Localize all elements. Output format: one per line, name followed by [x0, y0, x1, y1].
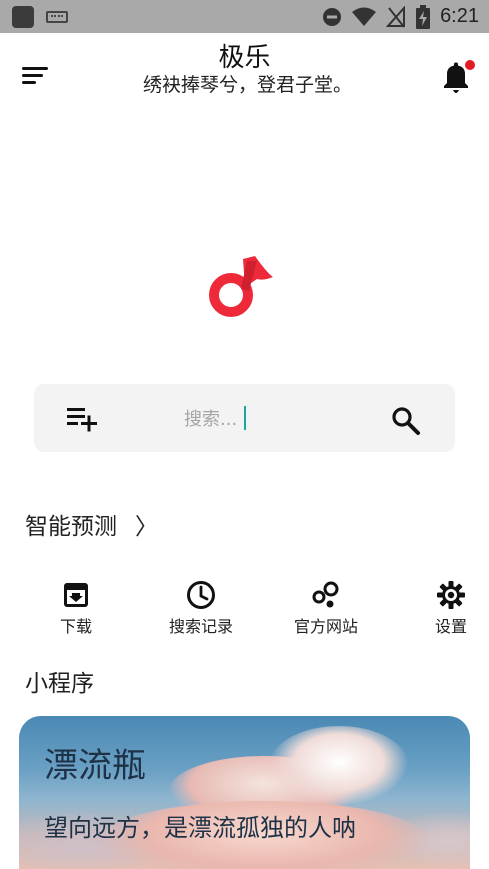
page-title: 极乐	[218, 43, 271, 73]
chevron-right-icon: 〉	[135, 514, 158, 540]
bell-icon	[444, 60, 475, 93]
music-note-logo	[209, 256, 273, 317]
app-icon	[12, 6, 34, 28]
card-background-cloud	[269, 726, 409, 806]
smart-prediction-label: 智能预测	[25, 514, 117, 540]
official-website-label: 官方网站	[293, 617, 358, 636]
download-button[interactable]: 下载	[31, 580, 121, 637]
search-input[interactable]	[184, 402, 314, 436]
settings-label: 设置	[434, 617, 467, 636]
keyboard-icon	[46, 11, 68, 23]
status-bar: 6:21	[0, 0, 489, 33]
do-not-disturb-icon	[323, 7, 342, 26]
quick-actions: 下载 搜索记录 官方网站 设置	[0, 580, 489, 640]
download-box-icon	[64, 583, 88, 607]
smart-prediction-link[interactable]: 智能预测〉	[25, 507, 158, 541]
clock: 6:21	[440, 5, 479, 27]
notification-button[interactable]	[437, 59, 475, 97]
mini-programs-title: 小程序	[25, 671, 94, 697]
search-history-button[interactable]: 搜索记录	[156, 580, 246, 637]
search-bar	[34, 384, 455, 452]
download-label: 下载	[59, 617, 92, 636]
text-cursor	[244, 406, 246, 430]
status-icons: 6:21	[322, 4, 479, 29]
card-title: 漂流瓶	[44, 746, 146, 786]
app-header: 极乐 绣袂捧琴兮，登君子堂。	[0, 33, 489, 103]
gear-icon	[437, 581, 465, 609]
bubbles-icon	[312, 581, 339, 608]
drift-bottle-card[interactable]: 漂流瓶 望向远方，是漂流孤独的人呐	[19, 716, 470, 869]
official-website-button[interactable]: 官方网站	[281, 580, 371, 637]
settings-button[interactable]: 设置	[406, 580, 489, 637]
notification-dot	[465, 60, 475, 70]
no-signal-icon	[386, 5, 406, 28]
card-subtitle: 望向远方，是漂流孤独的人呐	[44, 814, 356, 842]
wifi-icon	[352, 7, 377, 26]
page-subtitle: 绣袂捧琴兮，登君子堂。	[142, 74, 352, 96]
playlist-add-icon[interactable]	[67, 406, 99, 432]
history-clock-icon	[187, 581, 215, 609]
search-icon[interactable]	[391, 406, 421, 436]
search-history-label: 搜索记录	[168, 617, 233, 636]
battery-charging-icon	[416, 4, 431, 29]
